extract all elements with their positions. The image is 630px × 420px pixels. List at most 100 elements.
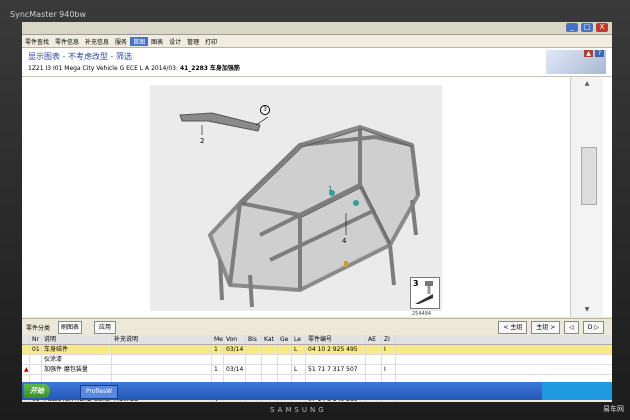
col-header[interactable]: Bis	[246, 335, 262, 344]
menu-item-selected[interactable]: 首图	[130, 36, 149, 46]
col-header[interactable]: Von	[224, 335, 246, 344]
cell-nr: 01	[30, 345, 42, 354]
cell-ae	[366, 365, 382, 374]
filter-label: 零件分类	[26, 325, 51, 332]
cell-extra	[112, 365, 212, 374]
group-code: 41_2283	[179, 65, 208, 72]
cell-kat	[262, 365, 278, 374]
col-header[interactable]: ZI	[382, 335, 396, 344]
col-header[interactable]: 补充说明	[112, 335, 212, 344]
diagram-scrollbar[interactable]: ▲ ▼	[570, 77, 603, 317]
cell-ae	[366, 355, 382, 364]
menu-item[interactable]: 管理	[184, 37, 202, 46]
cell-me	[212, 355, 224, 364]
cell-desc: 仪涂漆	[42, 355, 112, 364]
window-controls: _ □ X	[566, 23, 608, 32]
col-header	[22, 335, 30, 344]
table-row[interactable]: 01 车身结件 1 03/14 L 04 10 2 925 495 I	[22, 345, 612, 355]
callout-3[interactable]: 3	[260, 105, 270, 115]
callout-4[interactable]: 4	[342, 237, 346, 245]
page-next-button[interactable]: D ▷	[582, 321, 604, 334]
cell-part	[306, 355, 366, 364]
cell-von: 03/14	[224, 345, 246, 354]
menu-item[interactable]: 零件查找	[22, 37, 52, 46]
cell-flag: ▲	[24, 365, 30, 374]
cell-ge	[278, 355, 292, 364]
menu-item[interactable]: 补充信息	[82, 37, 112, 46]
monitor-model-label: SyncMaster 940bw	[10, 10, 87, 19]
diagram-area: 3 2 1 4 3 254484	[22, 77, 612, 317]
cell-le: L	[292, 345, 306, 354]
scroll-thumb[interactable]	[581, 147, 597, 205]
col-header[interactable]: AE	[366, 335, 382, 344]
menu-item[interactable]: 打印	[202, 37, 220, 46]
app-window: _ □ X 零件查找 零件信息 补充信息 服务 首图 图表 设计 管理 打印 显…	[22, 22, 612, 402]
start-button[interactable]: 开始	[24, 384, 50, 398]
model-code: 1Z21 I3 I01 Mega City Vehicle G ECE L A …	[28, 65, 179, 72]
filter-select[interactable]: 刷图表	[58, 321, 83, 334]
help-icon[interactable]: ?	[595, 50, 604, 57]
cell-bis	[246, 345, 262, 354]
navigation-buttons: < 主组 主组 > ◁ D ▷	[498, 321, 604, 334]
monitor-brand: SAMSUNG	[270, 406, 327, 414]
cell-extra	[112, 355, 212, 364]
minimize-button[interactable]: _	[566, 23, 578, 32]
cell-zi: I	[382, 365, 396, 374]
cell-me: 1	[212, 365, 224, 374]
detail-part-box[interactable]: 3 254484	[410, 277, 440, 317]
next-group-button[interactable]: 主组 >	[531, 321, 561, 334]
col-header[interactable]: Ge	[278, 335, 292, 344]
cell-zi	[382, 355, 396, 364]
table-row[interactable]: ▲ 加强件 磨包装量 1 03/14 L 51 71 7 317 507 I	[22, 365, 612, 375]
cell-le	[292, 355, 306, 364]
close-button[interactable]: X	[596, 23, 608, 32]
cell-von: 03/14	[224, 365, 246, 374]
cell-ge	[278, 365, 292, 374]
menu-item[interactable]: 服务	[112, 37, 130, 46]
cell-me: 1	[212, 345, 224, 354]
apply-button[interactable]: 应用	[94, 321, 117, 334]
col-header[interactable]: 说明	[42, 335, 112, 344]
col-header[interactable]: 零件编号	[306, 335, 366, 344]
callout-2[interactable]: 2	[200, 137, 204, 145]
callout-1[interactable]: 1	[328, 185, 332, 193]
scroll-up-icon[interactable]: ▲	[571, 79, 603, 89]
body-frame-illustration	[179, 112, 420, 308]
cell-ae	[366, 345, 382, 354]
system-tray	[542, 382, 612, 400]
vehicle-info: 1Z21 I3 I01 Mega City Vehicle G ECE L A …	[28, 63, 240, 72]
page-prev-button[interactable]: ◁	[564, 321, 579, 334]
cell-desc: 车身结件	[42, 345, 112, 354]
cell-zi: I	[382, 345, 396, 354]
cell-von	[224, 355, 246, 364]
col-header[interactable]: Kat	[262, 335, 278, 344]
menu-item[interactable]: 图表	[148, 37, 166, 46]
taskbar-app-item[interactable]: ProfiesW	[80, 385, 119, 399]
cell-bis	[246, 365, 262, 374]
col-header[interactable]: Nr	[30, 335, 42, 344]
page-title: 显示图表 - 不考虑改型 - 筛选	[28, 52, 132, 61]
col-header[interactable]: Le	[292, 335, 306, 344]
cell-bis	[246, 355, 262, 364]
cell-desc: 加强件 磨包装量	[42, 365, 112, 374]
menu-item[interactable]: 设计	[166, 37, 184, 46]
maximize-button[interactable]: □	[581, 23, 593, 32]
warning-icon[interactable]: ▲	[584, 50, 593, 57]
cell-nr	[30, 355, 42, 364]
prev-group-button[interactable]: < 主组	[498, 321, 528, 334]
cell-flag	[22, 345, 30, 354]
scroll-down-icon[interactable]: ▼	[571, 305, 603, 315]
cell-flag	[22, 355, 30, 364]
detail-caption: 254484	[412, 311, 432, 317]
cell-kat	[262, 345, 278, 354]
col-header[interactable]: Me	[212, 335, 224, 344]
header-tools: ▲ ?	[584, 50, 604, 57]
table-header: Nr 说明 补充说明 Me Von Bis Kat Ge Le 零件编号 AE …	[22, 335, 612, 345]
cell-nr	[30, 365, 42, 374]
cell-extra	[112, 345, 212, 354]
menu-item[interactable]: 零件信息	[52, 37, 82, 46]
taskbar: 开始 ProfiesW	[22, 382, 612, 400]
table-row[interactable]: 仪涂漆	[22, 355, 612, 365]
cell-kat	[262, 355, 278, 364]
cell-ge	[278, 345, 292, 354]
